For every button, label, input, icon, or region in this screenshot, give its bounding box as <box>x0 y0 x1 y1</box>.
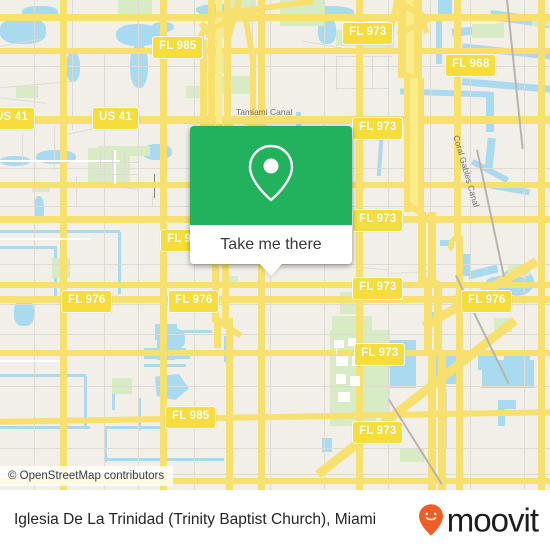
canal <box>462 254 470 276</box>
street <box>76 176 77 206</box>
street <box>96 162 138 163</box>
canal <box>144 356 190 359</box>
building <box>336 356 348 366</box>
highway-ramp <box>214 318 221 348</box>
street <box>112 150 113 182</box>
street <box>336 56 392 57</box>
map-viewport[interactable]: Tamiami Canal Coral Gables Canal FL 985 F… <box>0 0 550 490</box>
street <box>336 56 337 90</box>
road-shield: FL 976 <box>461 290 513 313</box>
road-shield: FL 973 <box>352 421 404 444</box>
canal <box>0 246 56 249</box>
road-shield: FL 973 <box>352 277 404 300</box>
highway <box>418 212 426 282</box>
highway <box>60 0 67 490</box>
building <box>334 340 344 348</box>
canal <box>104 426 164 429</box>
street <box>0 386 550 387</box>
road-shield: FL 968 <box>445 54 497 77</box>
highway <box>410 78 418 212</box>
street <box>0 334 550 335</box>
street <box>100 150 101 182</box>
street <box>524 0 525 490</box>
street <box>446 390 447 448</box>
highway <box>0 14 550 21</box>
street <box>152 196 153 206</box>
road-shield: FL 973 <box>342 22 394 45</box>
road-shield: FL 976 <box>168 290 220 313</box>
highway <box>0 282 550 288</box>
road-shield: US 41 <box>92 107 139 130</box>
building <box>350 376 360 386</box>
take-me-there-label: Take me there <box>220 235 322 253</box>
canal <box>0 426 90 429</box>
minor-road <box>114 150 116 184</box>
highway-ramp <box>208 0 215 130</box>
street <box>0 448 550 449</box>
road-shield: FL 976 <box>61 290 113 313</box>
moovit-logo[interactable]: moovit <box>418 501 539 539</box>
road-shield: FL 973 <box>352 209 404 232</box>
highway <box>428 212 436 282</box>
highway <box>0 116 550 124</box>
road-shield: US 41 <box>0 107 35 130</box>
map-screenshot: Tamiami Canal Coral Gables Canal FL 985 F… <box>0 0 550 550</box>
street <box>372 56 373 90</box>
minor-road <box>0 238 90 240</box>
road-shield: FL 973 <box>354 343 406 366</box>
moovit-smiley-pin-icon <box>418 504 444 537</box>
minor-road <box>0 360 60 362</box>
place-title: Iglesia De La Trinidad (Trinity Baptist … <box>14 511 377 528</box>
street <box>96 174 138 175</box>
building <box>336 374 346 384</box>
street <box>124 150 125 182</box>
popup-pin-panel <box>190 126 352 225</box>
water-body <box>478 356 496 370</box>
building <box>338 392 350 402</box>
canal <box>0 374 86 377</box>
park <box>472 24 504 38</box>
canal <box>436 18 442 64</box>
highway-ramp-loop <box>448 236 466 254</box>
street <box>54 126 55 170</box>
road-shield: FL 985 <box>165 406 217 429</box>
highway-ramp <box>226 318 233 490</box>
road-shield: FL 973 <box>352 117 404 140</box>
highway <box>398 0 406 78</box>
road-shield: FL 985 <box>152 36 204 59</box>
canal <box>486 92 494 132</box>
water-body <box>0 18 46 44</box>
popup-tail-pointer <box>260 264 282 276</box>
water-body <box>66 52 80 82</box>
moovit-wordmark: moovit <box>446 501 539 539</box>
place-popup[interactable]: Take me there <box>190 126 352 276</box>
map-attribution[interactable]: © OpenStreetMap contributors <box>0 466 174 486</box>
take-me-there-button[interactable]: Take me there <box>190 225 352 276</box>
park <box>332 316 372 334</box>
map-label-tamiami-canal: Tamiami Canal <box>236 107 293 117</box>
highway <box>538 0 545 490</box>
map-pin-icon <box>245 142 297 209</box>
highway-ramp <box>216 0 222 130</box>
street <box>22 134 23 168</box>
footer-bar: Iglesia De La Trinidad (Trinity Baptist … <box>0 490 550 550</box>
street <box>34 0 35 490</box>
